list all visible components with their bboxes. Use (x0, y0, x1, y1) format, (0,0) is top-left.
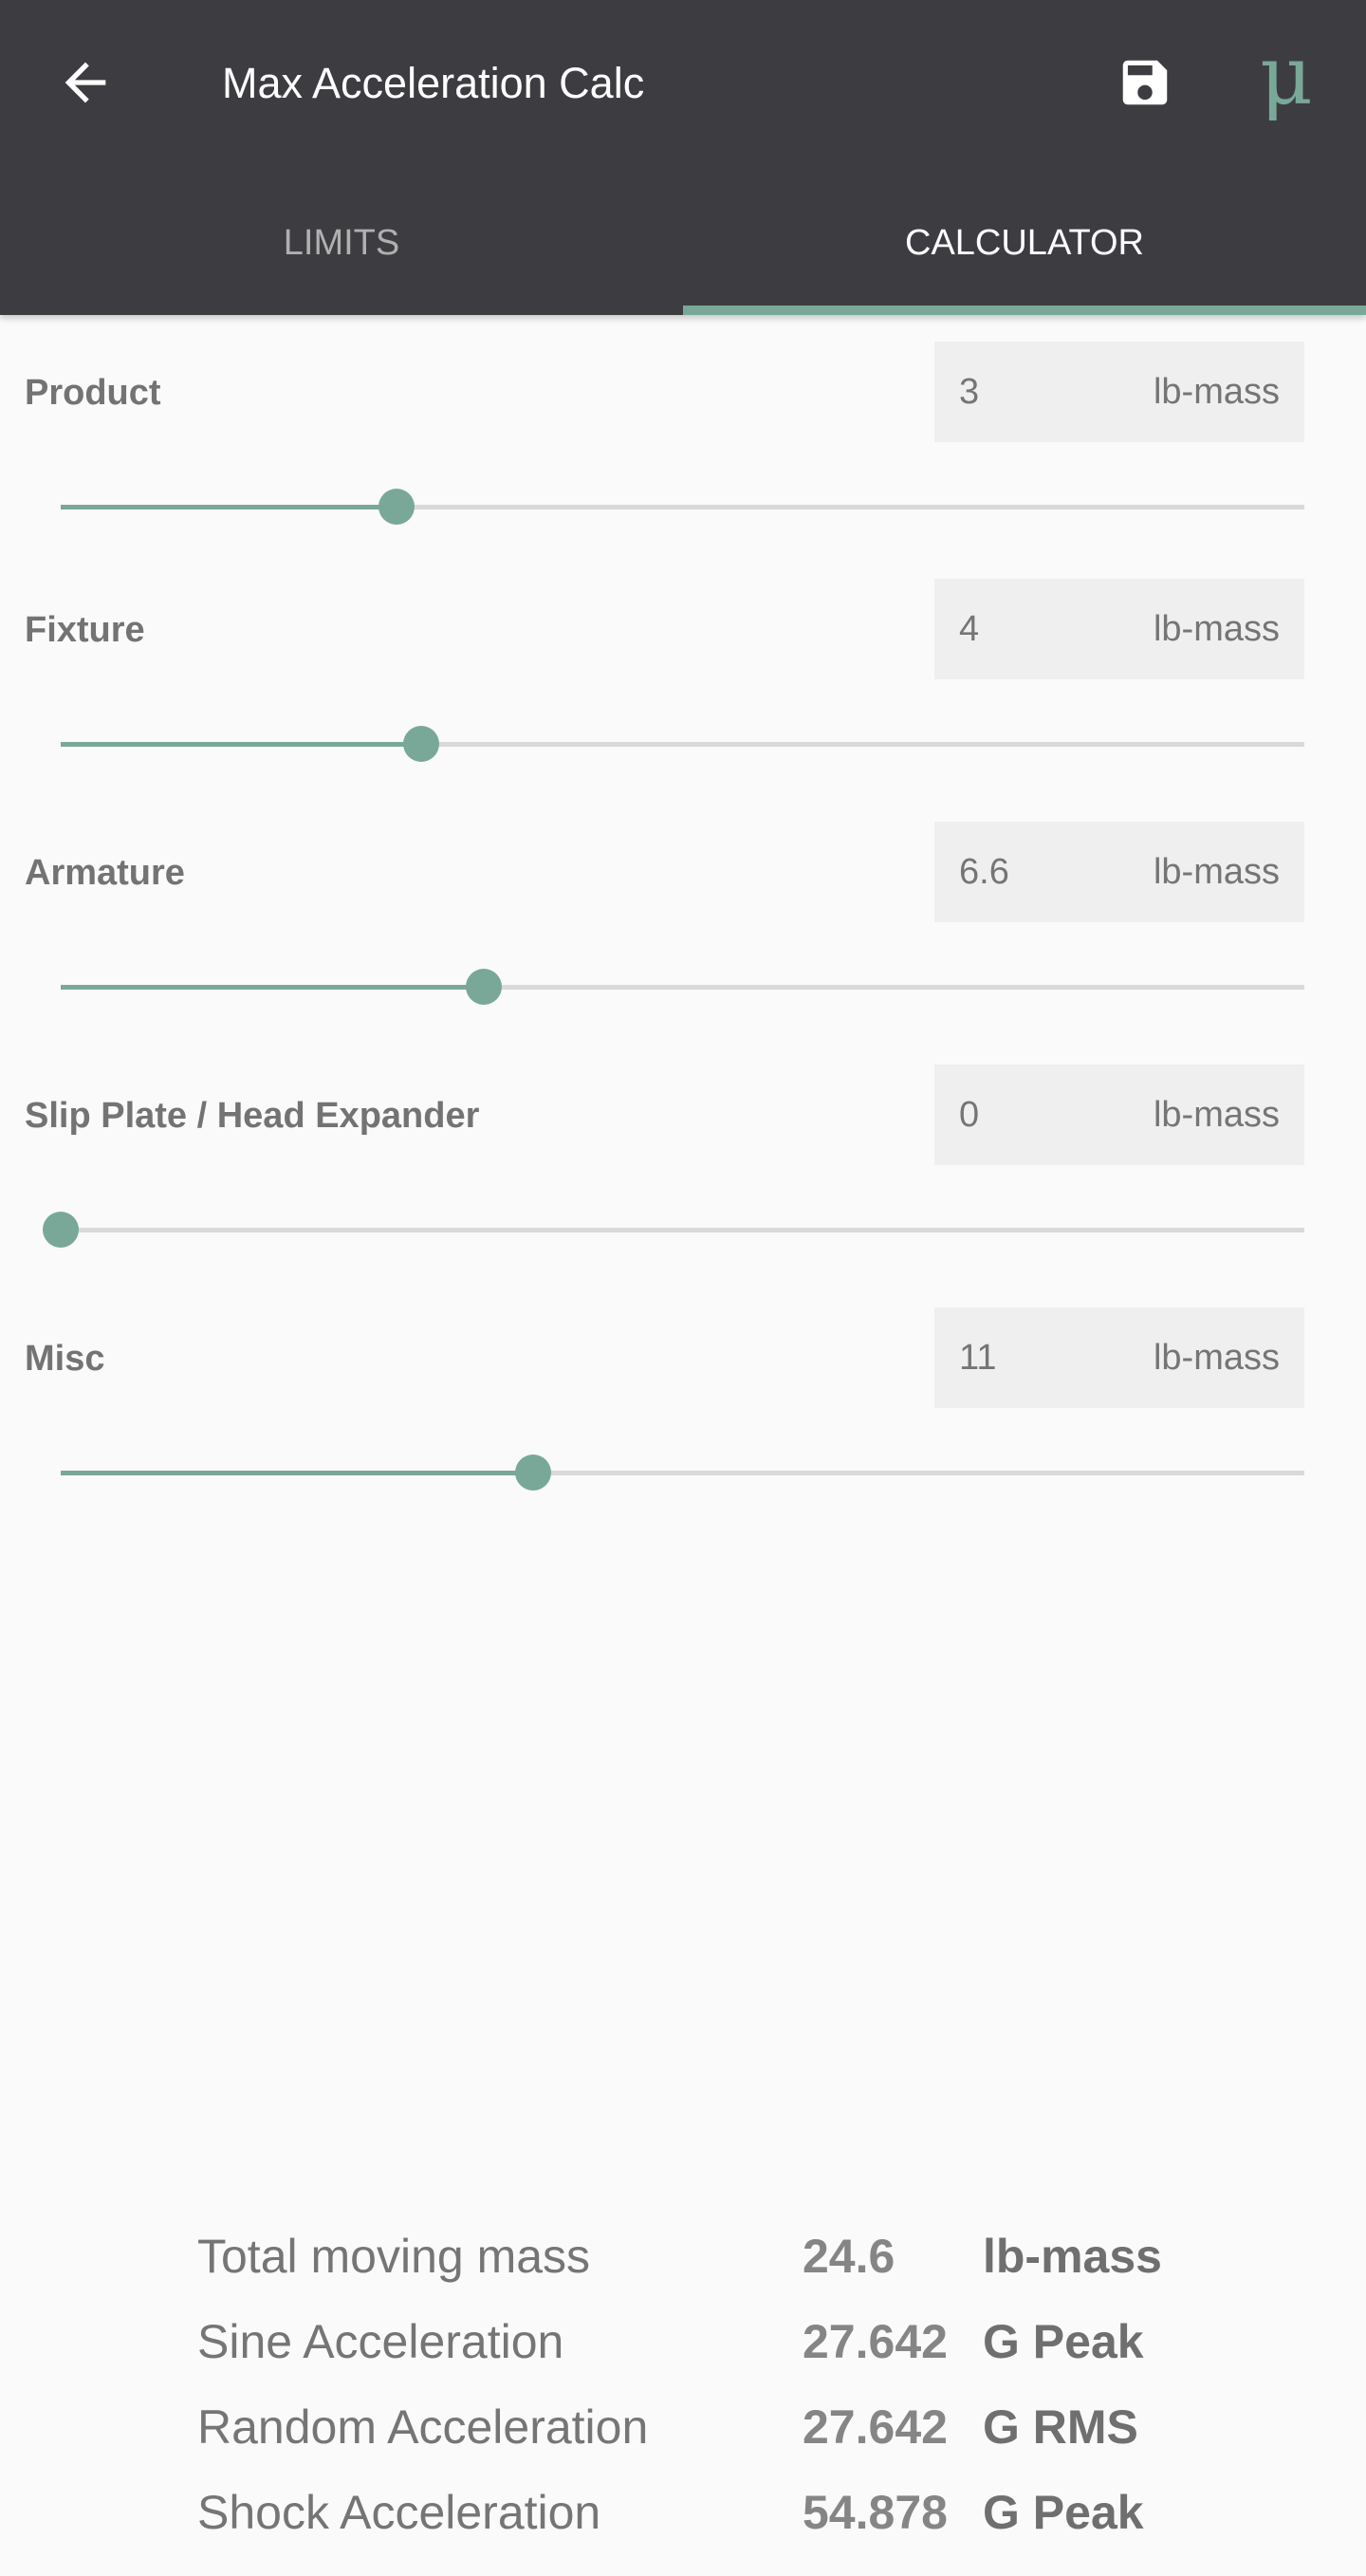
result-value: 27.642 (803, 2400, 948, 2454)
mass-value[interactable]: 11 (959, 1334, 996, 1381)
slider-fill (61, 1471, 534, 1475)
slider-thumb[interactable] (515, 1455, 552, 1491)
result-label: Sine Acceleration (197, 2315, 564, 2368)
mass-unit: lb-mass (1153, 372, 1280, 412)
input-label: Armature (25, 853, 185, 893)
mass-unit: lb-mass (1153, 609, 1280, 649)
mass-slider[interactable] (61, 1454, 1304, 1492)
result-value: 54.878 (803, 2486, 948, 2539)
result-unit: lb-mass (983, 2230, 1162, 2283)
input-label: Slip Plate / Head Expander (25, 1096, 480, 1136)
mass-slider[interactable] (43, 1211, 1304, 1249)
result-unit: G Peak (983, 2315, 1144, 2368)
result-unit: G RMS (983, 2400, 1138, 2454)
slider-fill (61, 985, 484, 990)
mass-value[interactable]: 0 (959, 1091, 979, 1139)
tab-indicator (683, 306, 1366, 315)
slider-fill (61, 742, 422, 747)
app-bar: Max Acceleration Calc μ LIMITS CALCULATO… (0, 0, 1366, 315)
slider-fill (61, 505, 397, 510)
mass-slider[interactable] (61, 488, 1304, 526)
mass-unit: lb-mass (1153, 1095, 1280, 1135)
mass-input[interactable]: 4 lb-mass (934, 579, 1304, 679)
result-label: Shock Acceleration (197, 2486, 601, 2539)
result-value: 24.6 (803, 2230, 895, 2283)
mass-input[interactable]: 11 lb-mass (934, 1307, 1304, 1408)
mass-input[interactable]: 0 lb-mass (934, 1065, 1304, 1165)
result-label: Random Acceleration (197, 2400, 649, 2454)
mass-slider[interactable] (61, 725, 1304, 763)
slider-thumb[interactable] (378, 489, 415, 525)
page-title: Max Acceleration Calc (222, 59, 645, 107)
result-unit: G Peak (983, 2486, 1144, 2539)
slider-thumb[interactable] (465, 969, 502, 1005)
tab-calculator[interactable]: CALCULATOR (683, 214, 1366, 271)
mass-input[interactable]: 6.6 lb-mass (934, 822, 1304, 922)
mass-unit: lb-mass (1153, 1338, 1280, 1378)
mass-unit: lb-mass (1153, 852, 1280, 892)
mass-value[interactable]: 3 (959, 368, 979, 416)
save-button[interactable] (1116, 53, 1174, 112)
result-label: Total moving mass (197, 2230, 591, 2283)
arrow-left-icon (65, 62, 106, 103)
save-icon (1122, 60, 1168, 105)
slider-thumb[interactable] (43, 1212, 79, 1248)
input-label: Misc (25, 1339, 105, 1379)
mass-value[interactable]: 6.6 (959, 848, 1009, 896)
mass-value[interactable]: 4 (959, 605, 979, 653)
mass-input[interactable]: 3 lb-mass (934, 342, 1304, 442)
input-label: Product (25, 373, 161, 413)
input-label: Fixture (25, 610, 145, 650)
tab-limits[interactable]: LIMITS (0, 214, 683, 271)
slider-track (61, 1228, 1304, 1232)
back-button[interactable] (55, 52, 116, 113)
result-value: 27.642 (803, 2315, 948, 2368)
slider-thumb[interactable] (403, 726, 440, 762)
mu-logo-icon[interactable]: μ (1260, 28, 1313, 123)
mass-slider[interactable] (61, 968, 1304, 1006)
